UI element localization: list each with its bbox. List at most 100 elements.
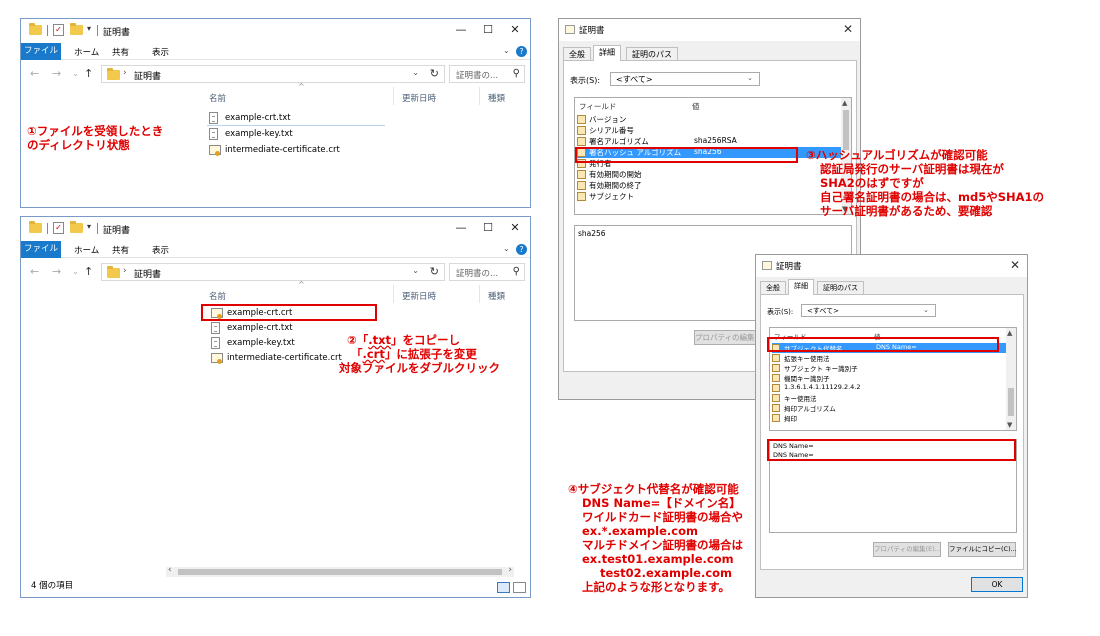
forward-arrow-icon[interactable]: → <box>52 67 61 80</box>
list-item[interactable]: バージョン <box>577 114 841 125</box>
tab-home[interactable]: ホーム <box>74 244 99 256</box>
list-item[interactable]: シリアル番号 <box>577 125 841 136</box>
list-item[interactable]: サブジェクト <box>577 191 841 202</box>
chevron-down-icon: ⌄ <box>923 306 929 314</box>
file-row[interactable]: example-key.txt <box>209 128 389 143</box>
recent-dropdown-icon[interactable]: ⌄ <box>72 69 79 78</box>
scrollbar-thumb[interactable] <box>843 110 849 150</box>
list-item[interactable]: 拇印アルゴリズム <box>772 403 1008 413</box>
tab-home[interactable]: ホーム <box>74 46 99 58</box>
new-folder-icon[interactable] <box>70 23 83 35</box>
tab-view[interactable]: 表示 <box>152 244 169 256</box>
horizontal-scrollbar[interactable]: ‹ › <box>166 565 514 577</box>
chevron-down-icon[interactable]: ⌄ <box>412 68 419 77</box>
tab-cert-path[interactable]: 証明のパス <box>817 281 864 295</box>
refresh-icon[interactable]: ↻ <box>430 67 439 80</box>
list-item[interactable]: 有効期間の開始 <box>577 169 841 180</box>
minimize-button[interactable]: — <box>446 219 476 237</box>
scrollbar-thumb[interactable] <box>1008 388 1014 416</box>
scroll-up-icon[interactable]: ▲ <box>1007 329 1012 337</box>
tab-file[interactable]: ファイル <box>21 241 61 258</box>
annotation-line: 認証局発行のサーバ証明書は現在が <box>820 162 1004 176</box>
show-select[interactable]: <すべて> ⌄ <box>610 72 760 86</box>
list-item[interactable]: 拡張キー使用法 <box>772 353 1008 363</box>
chevron-down-icon[interactable]: ⌄ <box>412 266 419 275</box>
tab-view[interactable]: 表示 <box>152 46 169 58</box>
copy-to-file-button[interactable]: ファイルにコピー(C)... <box>948 542 1017 557</box>
search-input[interactable]: 証明書の... ⚲ <box>449 263 525 281</box>
scroll-left-icon[interactable]: ‹ <box>168 565 172 575</box>
title-bar: 証明書 ✕ <box>559 19 860 41</box>
column-header-name[interactable]: 名前 <box>209 92 226 110</box>
list-item[interactable]: 1.3.6.1.4.1.11129.2.4.2 <box>772 383 1008 393</box>
close-button[interactable]: ✕ <box>500 21 530 39</box>
column-header-modified[interactable]: 更新日時 <box>402 92 436 110</box>
list-item[interactable]: 署名アルゴリズム sha256RSA <box>577 136 841 147</box>
tab-share[interactable]: 共有 <box>112 244 129 256</box>
up-arrow-icon[interactable]: ↑ <box>84 265 93 278</box>
window-title: 証明書 <box>103 28 131 38</box>
up-arrow-icon[interactable]: ↑ <box>84 67 93 80</box>
list-item[interactable]: サブジェクト キー識別子 <box>772 363 1008 373</box>
search-icon[interactable]: ⚲ <box>513 266 520 277</box>
maximize-button[interactable]: ☐ <box>473 219 503 237</box>
address-input[interactable]: › 証明書 ⌄ ↻ <box>101 65 445 83</box>
scroll-down-icon[interactable]: ▼ <box>1007 421 1012 429</box>
tab-details[interactable]: 詳細 <box>788 279 814 295</box>
tab-general[interactable]: 全般 <box>563 47 591 61</box>
search-icon[interactable]: ⚲ <box>513 68 520 79</box>
ribbon-expand-icon[interactable]: ⌄ <box>503 46 510 55</box>
edit-properties-button[interactable]: プロパティの編集(E)... <box>873 542 941 557</box>
properties-icon[interactable]: ✓ <box>53 222 64 234</box>
tab-general[interactable]: 全般 <box>760 281 786 295</box>
list-item[interactable]: 機関キー識別子 <box>772 373 1008 383</box>
forward-arrow-icon[interactable]: → <box>52 265 61 278</box>
scroll-up-icon[interactable]: ▲ <box>842 99 847 107</box>
scrollbar-thumb[interactable] <box>178 569 502 575</box>
close-button[interactable]: ✕ <box>1010 258 1020 272</box>
ok-button[interactable]: OK <box>971 577 1023 592</box>
tab-cert-path[interactable]: 証明のパス <box>626 47 678 61</box>
details-view-icon[interactable] <box>497 582 510 593</box>
annotation-line: DNS Name=【ドメイン名】 <box>582 496 741 510</box>
refresh-icon[interactable]: ↻ <box>430 265 439 278</box>
help-icon[interactable]: ? <box>516 244 527 255</box>
close-button[interactable]: ✕ <box>843 22 853 36</box>
tab-file[interactable]: ファイル <box>21 43 61 60</box>
back-arrow-icon[interactable]: ← <box>30 67 39 80</box>
vertical-scrollbar[interactable]: ▲ ▼ <box>1006 328 1016 430</box>
tab-details[interactable]: 詳細 <box>593 45 621 61</box>
large-icons-view-icon[interactable] <box>513 582 526 593</box>
ribbon-expand-icon[interactable]: ⌄ <box>503 244 510 253</box>
annotation-line: ex.test01.example.com <box>582 552 734 566</box>
help-icon[interactable]: ? <box>516 46 527 57</box>
scroll-right-icon[interactable]: › <box>508 565 512 575</box>
edit-properties-button[interactable]: プロパティの編集(E)... <box>694 330 772 345</box>
list-item[interactable]: 有効期間の終了 <box>577 180 841 191</box>
show-select[interactable]: <すべて> ⌄ <box>801 304 936 317</box>
properties-icon[interactable]: ✓ <box>53 24 64 36</box>
recent-dropdown-icon[interactable]: ⌄ <box>72 267 79 276</box>
field-icon <box>772 394 780 402</box>
column-header-type[interactable]: 種類 <box>488 290 505 308</box>
field-icon <box>577 170 586 179</box>
quick-access-dropdown-icon[interactable]: ▾ <box>87 222 91 231</box>
search-input[interactable]: 証明書の... ⚲ <box>449 65 525 83</box>
quick-access-dropdown-icon[interactable]: ▾ <box>87 24 91 33</box>
annotation-1: ①ファイルを受領したとき のディレクトリ状態 <box>27 124 163 152</box>
tab-share[interactable]: 共有 <box>112 46 129 58</box>
close-button[interactable]: ✕ <box>500 219 530 237</box>
minimize-button[interactable]: — <box>446 21 476 39</box>
annotation-line: ex.*.example.com <box>582 524 698 538</box>
address-input[interactable]: › 証明書 ⌄ ↻ <box>101 263 445 281</box>
maximize-button[interactable]: ☐ <box>473 21 503 39</box>
new-folder-icon[interactable] <box>70 221 83 233</box>
file-row[interactable]: intermediate-certificate.crt <box>209 144 389 159</box>
list-item[interactable]: キー使用法 <box>772 393 1008 403</box>
back-arrow-icon[interactable]: ← <box>30 265 39 278</box>
annotation-line: のディレクトリ状態 <box>27 138 130 152</box>
field-icon <box>577 126 586 135</box>
column-header-type[interactable]: 種類 <box>488 92 505 110</box>
column-header-modified[interactable]: 更新日時 <box>402 290 436 308</box>
list-item[interactable]: 拇印 <box>772 413 1008 423</box>
